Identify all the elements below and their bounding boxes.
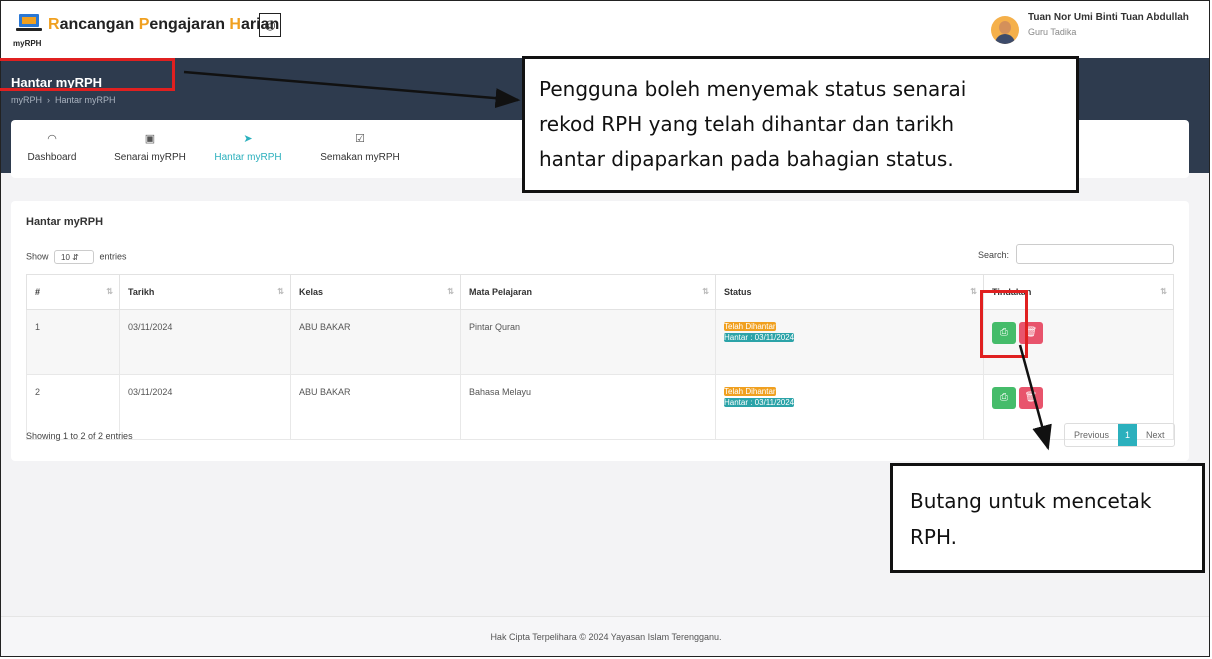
callout-status-note: Pengguna boleh menyemak status senarai r… (522, 56, 1079, 193)
callout-line: hantar dipaparkan pada bahagian status. (539, 147, 954, 171)
callout-line: Pengguna boleh menyemak status senarai (539, 77, 967, 101)
callout-print-note: Butang untuk mencetak RPH. (890, 463, 1205, 573)
callout-line: RPH. (910, 525, 958, 549)
callout-line: rekod RPH yang telah dihantar dan tarikh (539, 112, 955, 136)
callout-line: Butang untuk mencetak (910, 489, 1152, 513)
arrow-to-callout (183, 70, 521, 109)
arrow-from-print (1018, 344, 1052, 451)
